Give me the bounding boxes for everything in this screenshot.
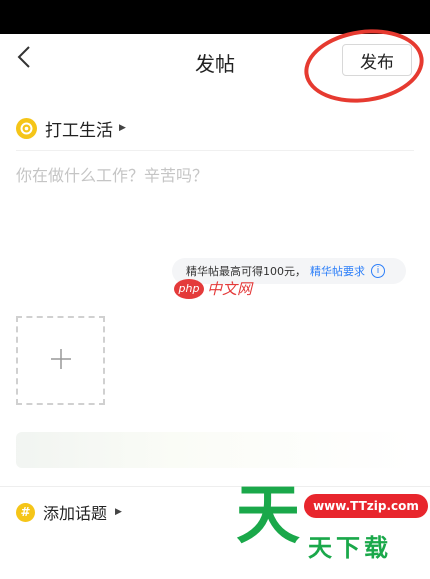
php-cn-text: 中文网 (207, 280, 253, 298)
plus-icon (50, 348, 72, 374)
category-selector[interactable]: 打工生活 ▶ (16, 116, 126, 141)
caret-right-icon: ▶ (119, 123, 126, 133)
blurred-content (16, 432, 414, 468)
watermark-site-name: 天下载 (308, 534, 392, 562)
hashtag-icon: # (16, 502, 35, 522)
caret-right-icon: ▶ (115, 507, 122, 517)
info-icon[interactable]: i (371, 264, 385, 278)
watermark-logo-glyph: 天 (236, 479, 300, 553)
category-icon (16, 117, 37, 139)
post-content-input[interactable]: 你在做什么工作？辛苦吗？ (16, 162, 208, 186)
php-logo: php (174, 278, 204, 299)
essence-requirement-link[interactable]: 精华帖要求 (310, 263, 365, 279)
add-image-button[interactable] (16, 316, 105, 405)
tip-text: 精华帖最高可得100元， (186, 265, 306, 278)
php-watermark: php 中文网 (174, 278, 252, 299)
watermark-url: www.TTzip.com (304, 494, 428, 518)
divider (16, 150, 414, 151)
add-topic-label: 添加话题 (43, 504, 108, 523)
add-topic-button[interactable]: # 添加话题 ▶ (16, 500, 122, 524)
category-label: 打工生活 (45, 120, 113, 141)
site-watermark: 天 www.TTzip.com 天下载 (232, 484, 430, 579)
